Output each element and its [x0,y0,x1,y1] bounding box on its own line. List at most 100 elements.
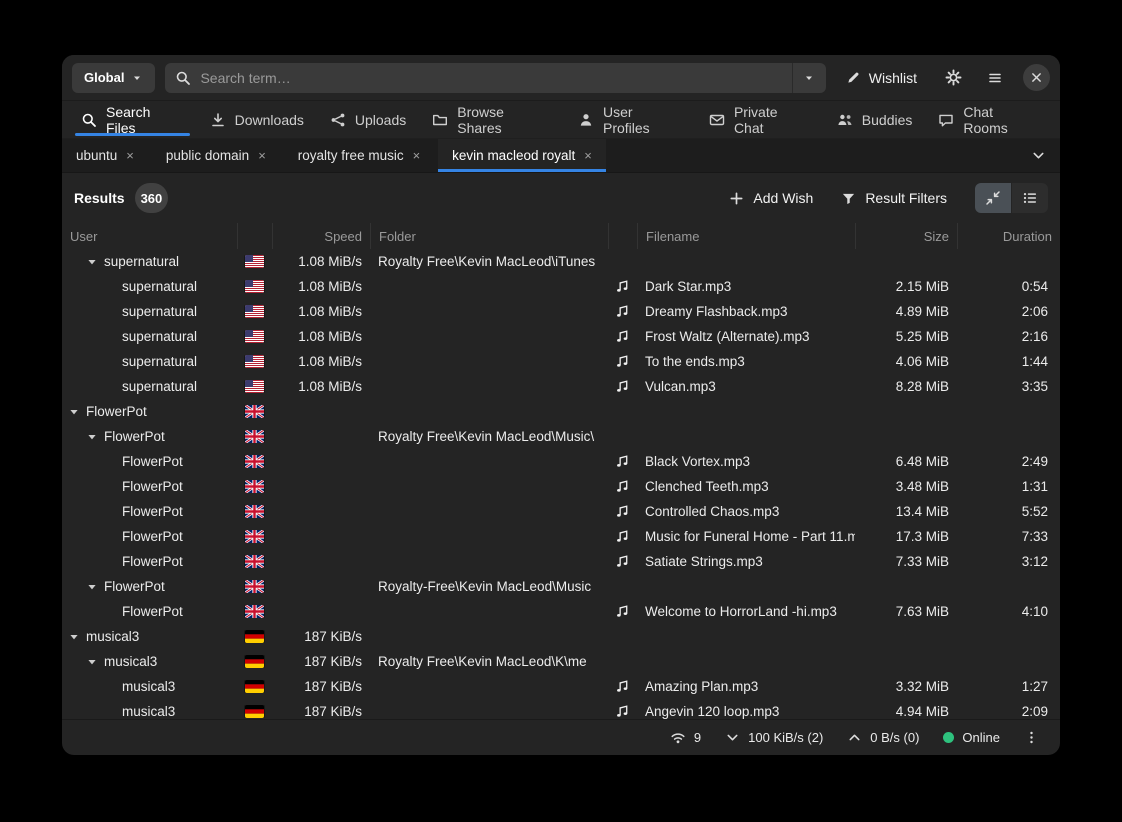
result-row[interactable]: FlowerPotWelcome to HorrorLand -hi.mp37.… [62,599,1060,624]
search-tab-list-button[interactable] [1016,139,1060,172]
search-tab-public-domain[interactable]: public domain× [152,139,280,172]
duration-cell: 2:49 [957,454,1060,469]
result-row[interactable]: FlowerPotSatiate Strings.mp37.33 MiB3:12 [62,549,1060,574]
tab-downloads[interactable]: Downloads [197,101,317,138]
user-name: FlowerPot [122,604,183,619]
expander-icon [68,631,80,643]
result-row[interactable]: musical3187 KiB/sAmazing Plan.mp33.32 Mi… [62,674,1060,699]
column-header-folder[interactable]: Folder [370,223,608,249]
tab-private-chat[interactable]: Private Chat [696,101,824,138]
flag-cell [237,630,272,643]
search-scope-label: Global [84,70,124,85]
tab-search-files[interactable]: Search Files [68,101,197,138]
connections-status[interactable]: 9 [659,724,712,752]
collapse-rows-icon [985,190,1001,206]
tab-buddies[interactable]: Buddies [824,101,926,138]
duration-cell: 2:06 [957,304,1060,319]
result-row[interactable]: FlowerPotControlled Chaos.mp313.4 MiB5:5… [62,499,1060,524]
add-wish-button[interactable]: Add Wish [719,182,823,214]
preferences-button[interactable] [937,63,969,93]
search-tab-royalty-free-music[interactable]: royalty free music× [284,139,434,172]
tab-user-profiles[interactable]: User Profiles [565,101,696,138]
close-tab-icon[interactable]: × [258,149,266,162]
status-menu[interactable] [1013,724,1050,752]
search-tab-kevin-macleod-royalt[interactable]: kevin macleod royalt× [438,139,606,172]
speed-cell: 1.08 MiB/s [272,304,370,319]
user-name: supernatural [122,379,197,394]
main-menu-button[interactable] [979,63,1011,93]
result-row[interactable]: supernatural1.08 MiB/sDark Star.mp32.15 … [62,274,1060,299]
folder-cell: Royalty Free\Kevin MacLeod\Music\ [370,429,608,444]
result-row[interactable]: supernatural1.08 MiB/sVulcan.mp38.28 MiB… [62,374,1060,399]
search-tab-ubuntu[interactable]: ubuntu× [62,139,148,172]
expander-spacer [104,481,116,493]
result-row[interactable]: supernatural1.08 MiB/sFrost Waltz (Alter… [62,324,1060,349]
result-row[interactable]: FlowerPot [62,399,1060,424]
wishlist-button[interactable]: Wishlist [836,63,927,93]
search-icon [175,70,191,86]
tab-chat-rooms[interactable]: Chat Rooms [925,101,1054,138]
view-toggle-group [975,183,1048,213]
music-note-icon [615,329,630,344]
collapse-results-toggle[interactable] [975,183,1011,213]
country-flag-icon-gb [245,555,264,568]
list-view-toggle[interactable] [1012,183,1048,213]
close-tab-icon[interactable]: × [413,149,421,162]
user-cell: musical3 [62,704,237,719]
country-flag-icon-gb [245,505,264,518]
tab-browse-shares[interactable]: Browse Shares [419,101,565,138]
column-header-flag[interactable] [237,223,272,249]
close-tab-icon[interactable]: × [584,149,592,162]
column-header-user[interactable]: User [62,223,237,249]
result-row[interactable]: FlowerPotRoyalty-Free\Kevin MacLeod\Musi… [62,574,1060,599]
search-scope-button[interactable]: Global [72,63,155,93]
connection-status[interactable]: Online [932,724,1011,752]
user-profiles-icon [578,112,594,128]
result-row[interactable]: supernatural1.08 MiB/sRoyalty Free\Kevin… [62,249,1060,274]
user-name: supernatural [104,254,179,269]
result-row[interactable]: musical3187 KiB/sRoyalty Free\Kevin MacL… [62,649,1060,674]
column-header-file_icon[interactable] [608,223,637,249]
result-row[interactable]: supernatural1.08 MiB/sTo the ends.mp34.0… [62,349,1060,374]
result-row[interactable]: musical3187 KiB/sAngevin 120 loop.mp34.9… [62,699,1060,719]
column-header-size[interactable]: Size [855,223,957,249]
filename-cell: Satiate Strings.mp3 [637,554,855,569]
result-row[interactable]: supernatural1.08 MiB/sDreamy Flashback.m… [62,299,1060,324]
search-history-dropdown-button[interactable] [792,63,826,93]
column-header-speed[interactable]: Speed [272,223,370,249]
tab-label: Downloads [235,112,304,128]
music-note-icon [615,604,630,619]
expander-spacer [104,281,116,293]
result-row[interactable]: FlowerPot Royalty Free\Kevin MacLeod\Musi… [62,424,1060,449]
user-name: FlowerPot [86,404,147,419]
size-cell: 8.28 MiB [855,379,957,394]
duration-cell: 0:54 [957,279,1060,294]
column-header-filename[interactable]: Filename [637,223,855,249]
column-header-duration[interactable]: Duration [957,223,1060,249]
size-cell: 2.15 MiB [855,279,957,294]
download-status[interactable]: 100 KiB/s (2) [714,724,834,752]
result-filters-label: Result Filters [865,190,947,206]
tab-uploads[interactable]: Uploads [317,101,419,138]
window-close-button[interactable] [1023,64,1050,91]
flag-cell [237,255,272,268]
user-name: musical3 [104,654,157,669]
status-label: 9 [694,730,701,745]
country-flag-icon-de [245,630,264,643]
file-icon-cell [608,704,637,719]
search-input[interactable] [200,70,781,86]
result-row[interactable]: FlowerPotBlack Vortex.mp36.48 MiB2:49 [62,449,1060,474]
search-entry[interactable] [165,63,791,93]
user-cell: FlowerPot [62,429,237,444]
search-files-icon [81,112,97,128]
upload-status[interactable]: 0 B/s (0) [836,724,930,752]
result-row[interactable]: FlowerPotClenched Teeth.mp33.48 MiB1:31 [62,474,1060,499]
result-row[interactable]: musical3187 KiB/s [62,624,1060,649]
result-filters-button[interactable]: Result Filters [831,182,957,214]
close-tab-icon[interactable]: × [126,149,134,162]
tab-label: User Profiles [603,104,683,136]
music-note-icon [615,454,630,469]
result-row[interactable]: FlowerPotMusic for Funeral Home - Part 1… [62,524,1060,549]
list-view-icon [1022,190,1038,206]
file-icon-cell [608,479,637,494]
